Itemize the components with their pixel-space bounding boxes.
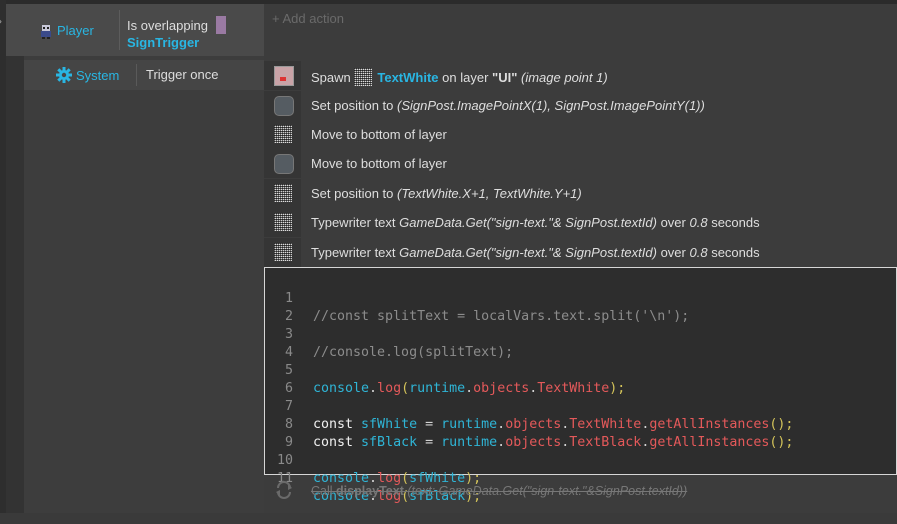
action-icon-cell — [264, 149, 301, 178]
action-verb: Call — [311, 484, 333, 498]
action-args: (TextWhite.X+1, TextWhite.Y+1) — [397, 186, 582, 201]
condition-object-name: Player — [57, 22, 94, 38]
add-action-button[interactable]: + Add action — [272, 11, 344, 26]
condition-object: Player — [6, 4, 119, 56]
code-line: 3 //console.log(splitText); — [265, 308, 896, 360]
action-duration: 0.8 — [689, 245, 708, 260]
code-line: 5 console.log(runtime.objects.TextWhite)… — [265, 344, 896, 396]
condition-param-object: SignTrigger — [127, 35, 200, 50]
action-verb: Set position to — [311, 98, 394, 113]
action-text: Move to bottom of layer — [311, 127, 447, 142]
action-connector: over — [660, 245, 686, 260]
action-verb: Set position to — [311, 186, 394, 201]
collapse-arrow-icon[interactable]: › — [0, 14, 2, 28]
code-line: 6 — [265, 362, 896, 396]
action-verb: Typewriter text — [311, 245, 396, 260]
condition-verb: Is overlapping — [127, 18, 208, 33]
action-args: (SignPost.ImagePointX(1), SignPost.Image… — [397, 98, 705, 113]
action-unit: seconds — [711, 245, 760, 260]
disabled-action-call-function[interactable]: Call displayText (text: GameData.Get("si… — [264, 476, 897, 506]
action-icon-cell — [264, 61, 301, 90]
action-text: Spawn TextWhite on layer "UI" (image poi… — [311, 68, 608, 86]
action-icon-cell — [264, 238, 301, 267]
divider — [119, 10, 120, 50]
condition-system-trigger-once[interactable]: System Trigger once — [24, 60, 264, 90]
code-line: 11 console.log(sfBlack); — [265, 452, 896, 504]
action-typewriter-text[interactable]: Typewriter text GameData.Get("sign-text.… — [264, 208, 897, 237]
action-duration: 0.8 — [689, 215, 708, 230]
action-icon-cell — [264, 208, 301, 237]
player-sprite-icon — [41, 25, 51, 39]
function-name: displayText — [336, 484, 404, 498]
disabled-action-text: Call displayText (text: GameData.Get("si… — [311, 484, 687, 498]
event-gutter — [6, 56, 24, 513]
action-unit: seconds — [711, 215, 760, 230]
code-line: 2 — [265, 290, 896, 324]
action-verb: Typewriter text — [311, 215, 396, 230]
condition-object: System — [24, 60, 136, 90]
action-text: Typewriter text GameData.Get("sign-text.… — [311, 215, 760, 230]
action-move-to-bottom[interactable]: Move to bottom of layer — [264, 149, 897, 178]
gear-icon — [56, 67, 72, 83]
action-text: Move to bottom of layer — [311, 156, 447, 171]
code-line: 4 — [265, 326, 896, 360]
action-layer: "UI" — [492, 70, 518, 85]
code-line: 10 console.log(sfWhite); — [265, 434, 896, 486]
code-line: 8 const sfBlack = runtime.objects.TextBl… — [265, 398, 896, 450]
action-connector: on layer — [442, 70, 489, 85]
action-typewriter-text[interactable]: Typewriter text GameData.Get("sign-text.… — [264, 238, 897, 267]
textblack-sprite-icon — [274, 243, 292, 261]
action-set-position[interactable]: Set position to (SignPost.ImagePointX(1)… — [264, 91, 897, 120]
dark-sprite-icon — [274, 154, 294, 174]
textwhite-sprite-icon — [274, 125, 292, 143]
action-connector: over — [660, 215, 686, 230]
condition-text: Is overlapping SignTrigger — [127, 16, 226, 51]
action-icon-cell — [264, 179, 301, 208]
action-expression: GameData.Get("sign-text."& SignPost.text… — [399, 245, 657, 260]
textwhite-sprite-icon — [354, 68, 373, 86]
action-expression: GameData.Get("sign-text."& SignPost.text… — [399, 215, 657, 230]
action-image-point: (image point 1) — [520, 70, 608, 85]
textblack-sprite-icon — [274, 184, 292, 202]
action-object: TextWhite — [377, 70, 439, 85]
action-set-position[interactable]: Set position to (TextWhite.X+1, TextWhit… — [264, 179, 897, 208]
action-spawn[interactable]: Spawn TextWhite on layer "UI" (image poi… — [264, 61, 897, 90]
action-verb: Spawn — [311, 70, 351, 85]
script-code-editor[interactable]: 1 //const splitText = localVars.text.spl… — [264, 267, 897, 504]
divider — [136, 64, 137, 86]
code-line: 1 //const splitText = localVars.text.spl… — [265, 272, 896, 324]
code-line: 9 — [265, 416, 896, 450]
dark-sprite-icon — [274, 96, 294, 116]
sign-sprite-icon — [274, 66, 294, 86]
action-text: Typewriter text GameData.Get("sign-text.… — [311, 245, 760, 260]
action-icon-cell — [264, 91, 301, 120]
action-text: Set position to (SignPost.ImagePointX(1)… — [311, 98, 705, 113]
action-icon-cell — [264, 120, 301, 149]
code-line: 7 const sfWhite = runtime.objects.TextWh… — [265, 380, 896, 432]
action-move-to-bottom[interactable]: Move to bottom of layer — [264, 120, 897, 149]
condition-object-name: System — [76, 67, 120, 83]
function-args: (text: GameData.Get("sign-text."&SignPos… — [407, 484, 688, 498]
sub-event-block — [24, 56, 264, 513]
condition-text: Trigger once — [146, 67, 219, 82]
action-text: Set position to (TextWhite.X+1, TextWhit… — [311, 186, 582, 201]
textwhite-sprite-icon — [274, 213, 292, 231]
condition-player-overlapping[interactable]: Player Is overlapping SignTrigger — [6, 4, 264, 56]
sign-trigger-swatch-icon — [215, 16, 226, 34]
function-call-icon — [276, 481, 292, 499]
